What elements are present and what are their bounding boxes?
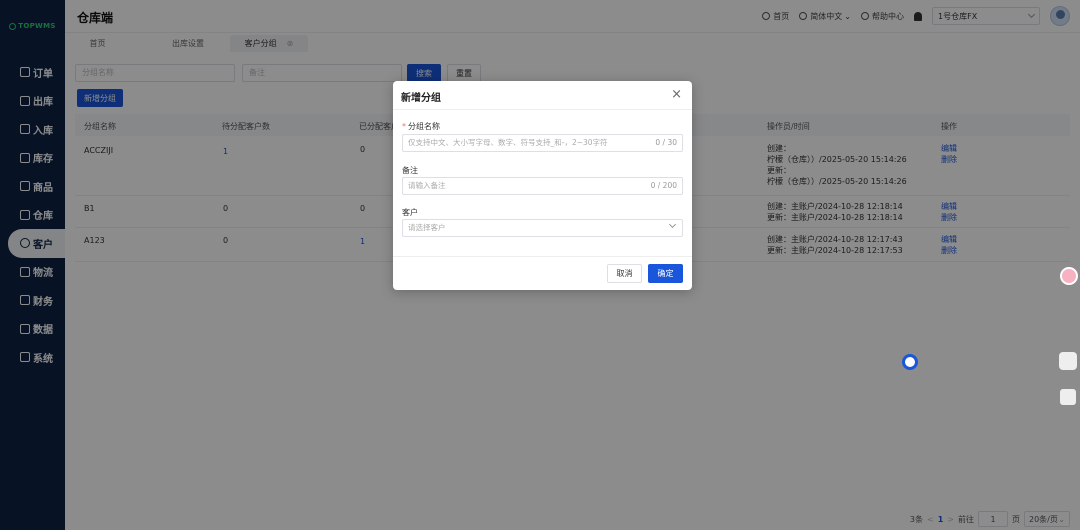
confirm-button[interactable]: 确定 (648, 264, 683, 283)
cancel-button[interactable]: 取消 (607, 264, 642, 283)
customer-label: 客户 (402, 208, 418, 217)
required-mark: * (402, 122, 406, 131)
placeholder: 请输入备注 (408, 181, 446, 190)
char-counter: 0 / 30 (655, 138, 677, 147)
chevron-down-icon (668, 220, 677, 229)
divider (393, 256, 692, 257)
divider (393, 109, 692, 110)
char-counter: 0 / 200 (650, 181, 677, 190)
chat-float-icon[interactable] (902, 354, 918, 370)
assistant-float-icon[interactable] (1060, 267, 1078, 285)
customer-select[interactable]: 请选择客户 (402, 219, 683, 237)
placeholder: 请选择客户 (408, 223, 446, 232)
add-group-dialog: 新增分组 × * 分组名称 仅支持中文、大小写字母、数字、符号支持_和-，2~30… (393, 81, 692, 290)
remark-field[interactable]: 请输入备注 0 / 200 (402, 177, 683, 195)
label-text: 分组名称 (408, 122, 440, 131)
remark-label: 备注 (402, 166, 418, 175)
group-name-field[interactable]: 仅支持中文、大小写字母、数字、符号支持_和-，2~30字符 0 / 30 (402, 134, 683, 152)
robot-icon[interactable] (1059, 352, 1077, 370)
notes-icon[interactable] (1060, 389, 1076, 405)
placeholder: 仅支持中文、大小写字母、数字、符号支持_和-，2~30字符 (408, 138, 608, 147)
close-icon[interactable]: × (671, 87, 682, 102)
dialog-title: 新增分组 (401, 93, 441, 104)
group-name-label: * 分组名称 (402, 121, 440, 132)
